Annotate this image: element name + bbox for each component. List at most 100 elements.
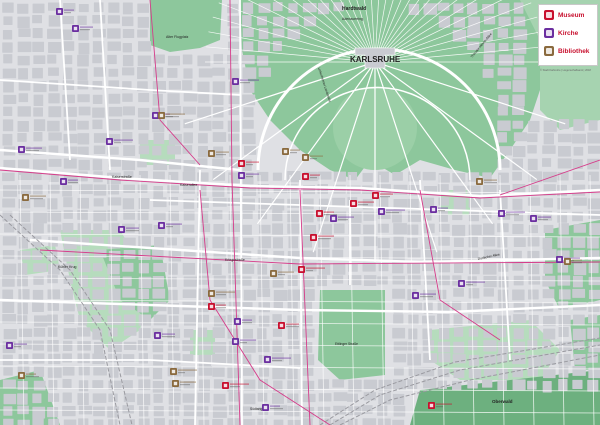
poi-label-placeholder: [484, 179, 497, 181]
library-icon-glyph: [477, 179, 482, 184]
poi-label-placeholder: [216, 151, 229, 153]
museum-icon-glyph: [373, 193, 378, 198]
library-icon-glyph: [159, 113, 164, 118]
poi-label-placeholder: [242, 319, 252, 321]
poi-label-placeholder: [64, 9, 74, 11]
poi-label-placeholder: [572, 262, 582, 264]
poi-label-placeholder: [126, 230, 139, 232]
poi-label-placeholder: [484, 182, 497, 184]
poi-label-placeholder: [420, 293, 436, 295]
library-icon-glyph: [171, 369, 176, 374]
poi-label-placeholder: [80, 29, 90, 31]
church-icon-glyph: [107, 139, 112, 144]
poi-label-placeholder: [180, 384, 190, 386]
poi-label-placeholder: [324, 211, 334, 213]
poi-label-placeholder: [162, 336, 175, 338]
poi-label-placeholder: [358, 204, 368, 206]
church-icon-glyph: [239, 173, 244, 178]
poi-label-placeholder: [436, 403, 452, 405]
kaiserallee-label: Kaiserallee: [180, 183, 197, 187]
poi-label-placeholder: [166, 223, 182, 225]
poi-label-placeholder: [64, 12, 71, 14]
poi-label-placeholder: [310, 158, 317, 160]
church-icon-glyph: [57, 9, 62, 14]
poi-label-placeholder: [216, 307, 226, 309]
alter-flugplatz-label: Alter Flugplatz: [166, 35, 189, 39]
legend-item-church: Kirche: [544, 27, 578, 39]
library-icon-glyph: [19, 373, 24, 378]
poi-label-placeholder: [338, 216, 354, 218]
poi-label-placeholder: [240, 339, 256, 341]
library-icon-glyph: [283, 149, 288, 154]
poi-label-placeholder: [438, 207, 448, 209]
kuehler-krug-label: Kühler Krug: [58, 265, 77, 269]
poi-label-placeholder: [538, 219, 548, 221]
church-icon-glyph: [459, 281, 464, 286]
church-icon-glyph: [331, 216, 336, 221]
church-icon-glyph: [73, 26, 78, 31]
church-icon-glyph: [413, 293, 418, 298]
church-icon-glyph: [379, 209, 384, 214]
poi-label-placeholder: [166, 113, 185, 115]
church-icon-glyph: [19, 147, 24, 152]
museum-icon-glyph: [223, 383, 228, 388]
library-icon-glyph: [565, 259, 570, 264]
poi-label-placeholder: [506, 211, 525, 213]
poi-label-placeholder: [26, 376, 39, 378]
legend-item-museum: Museum: [544, 9, 584, 21]
church-icon-glyph: [263, 405, 268, 410]
ettlinger-strasse-label: Ettlinger Straße: [335, 342, 358, 346]
poi-label-placeholder: [246, 176, 253, 178]
church-icon-glyph: [233, 79, 238, 84]
poi-label-placeholder: [290, 152, 297, 154]
museum-icon-glyph: [239, 161, 244, 166]
poi-label-placeholder: [272, 360, 282, 362]
poi-label-placeholder: [246, 173, 259, 175]
poi-label-placeholder: [380, 196, 390, 198]
map-canvas[interactable]: KARLSRUHE Hardtwald Adenauerring Alter F…: [0, 0, 600, 425]
poi-label-placeholder: [162, 333, 175, 335]
poi-label-placeholder: [506, 214, 519, 216]
poi-label-placeholder: [246, 164, 253, 166]
library-icon-glyph: [271, 271, 276, 276]
church-icon-glyph: [265, 357, 270, 362]
poi-label-placeholder: [126, 227, 139, 229]
poi-label-placeholder: [318, 238, 331, 240]
poi-label-placeholder: [14, 346, 21, 348]
poi-label-placeholder: [538, 216, 551, 218]
map-legend: Museum Kirche Bibliothek: [538, 4, 598, 66]
poi-label-placeholder: [272, 357, 291, 359]
library-icon-glyph: [209, 151, 214, 156]
poi-label-placeholder: [386, 209, 405, 211]
poi-label-placeholder: [286, 323, 299, 325]
poi-label-placeholder: [270, 405, 280, 407]
poi-label-placeholder: [30, 198, 43, 200]
poi-label-placeholder: [68, 182, 78, 184]
museum-icon-glyph: [317, 211, 322, 216]
church-icon-glyph: [119, 227, 124, 232]
library-icon-glyph: [209, 291, 214, 296]
poi-label-placeholder: [278, 271, 294, 273]
poi-label-placeholder: [216, 294, 226, 296]
poi-label-placeholder: [30, 195, 46, 197]
church-icon-glyph: [159, 223, 164, 228]
poi-label-placeholder: [240, 342, 247, 344]
library-icon-glyph: [173, 381, 178, 386]
hardtwald-label: Hardtwald: [342, 6, 366, 12]
poi-label-placeholder: [68, 179, 78, 181]
kriegsstrasse-label: Kriegsstraße: [225, 258, 245, 262]
poi-label-placeholder: [114, 139, 133, 141]
poi-label-placeholder: [290, 149, 300, 151]
poi-label-placeholder: [240, 82, 250, 84]
museum-icon-glyph: [429, 403, 434, 408]
poi-label-placeholder: [278, 274, 285, 276]
city-map[interactable]: KARLSRUHE Hardtwald Adenauerring Alter F…: [0, 0, 600, 425]
museum-icon-glyph: [311, 235, 316, 240]
poi-label-placeholder: [420, 296, 433, 298]
adenauerring-label: Adenauerring: [342, 17, 363, 21]
map-credit: © Stadt Karlsruhe | Liegenschaftsamt | 2…: [540, 69, 591, 72]
poi-label-placeholder: [166, 226, 173, 228]
library-icon-glyph: [23, 195, 28, 200]
poi-label-placeholder: [14, 343, 27, 345]
poi-label-placeholder: [114, 142, 121, 144]
